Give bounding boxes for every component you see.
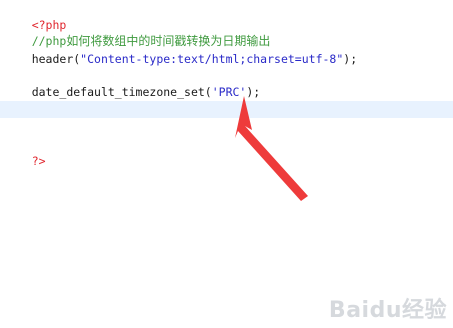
red-arrow-annotation xyxy=(235,96,308,201)
baidu-watermark: Baidu经验 xyxy=(328,298,447,323)
arrow-shape xyxy=(235,96,308,201)
